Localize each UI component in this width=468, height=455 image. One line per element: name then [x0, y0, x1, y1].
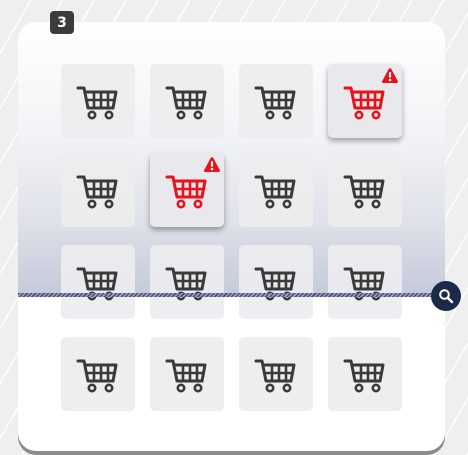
magnifier-icon [439, 289, 454, 304]
cart-grid-card [18, 22, 445, 451]
cart-tile[interactable] [61, 245, 135, 319]
cart-grid [18, 22, 445, 451]
shopping-cart-icon [254, 267, 296, 301]
shopping-cart-icon [76, 359, 118, 393]
cart-tile[interactable] [239, 64, 313, 138]
shopping-cart-icon [165, 86, 207, 120]
shopping-cart-icon [343, 86, 385, 120]
shopping-cart-icon [343, 359, 385, 393]
warning-icon [382, 68, 398, 83]
cart-tile[interactable] [239, 153, 313, 227]
cart-tile[interactable] [328, 245, 402, 319]
shopping-cart-icon [343, 175, 385, 209]
shopping-cart-icon [165, 175, 207, 209]
shopping-cart-icon [165, 359, 207, 393]
shopping-cart-icon [76, 175, 118, 209]
cart-tile[interactable] [61, 153, 135, 227]
warning-icon [204, 157, 220, 172]
shopping-cart-icon [76, 86, 118, 120]
shopping-cart-icon [165, 267, 207, 301]
step-number-badge: 3 [50, 11, 74, 34]
step-number: 3 [57, 14, 67, 31]
shopping-cart-icon [254, 86, 296, 120]
cart-tile[interactable] [328, 337, 402, 411]
cart-tile[interactable] [239, 245, 313, 319]
shopping-cart-icon [76, 267, 118, 301]
cart-tile[interactable] [239, 337, 313, 411]
shopping-cart-icon [343, 267, 385, 301]
cart-tile[interactable] [150, 337, 224, 411]
cart-tile[interactable] [150, 245, 224, 319]
scan-divider-line [18, 293, 449, 297]
cart-tile-alert[interactable] [328, 64, 402, 138]
search-button[interactable] [431, 281, 461, 311]
cart-tile[interactable] [150, 64, 224, 138]
cart-tile-alert[interactable] [150, 153, 224, 227]
cart-tile[interactable] [61, 64, 135, 138]
cart-tile[interactable] [328, 153, 402, 227]
shopping-cart-icon [254, 175, 296, 209]
shopping-cart-icon [254, 359, 296, 393]
cart-tile[interactable] [61, 337, 135, 411]
